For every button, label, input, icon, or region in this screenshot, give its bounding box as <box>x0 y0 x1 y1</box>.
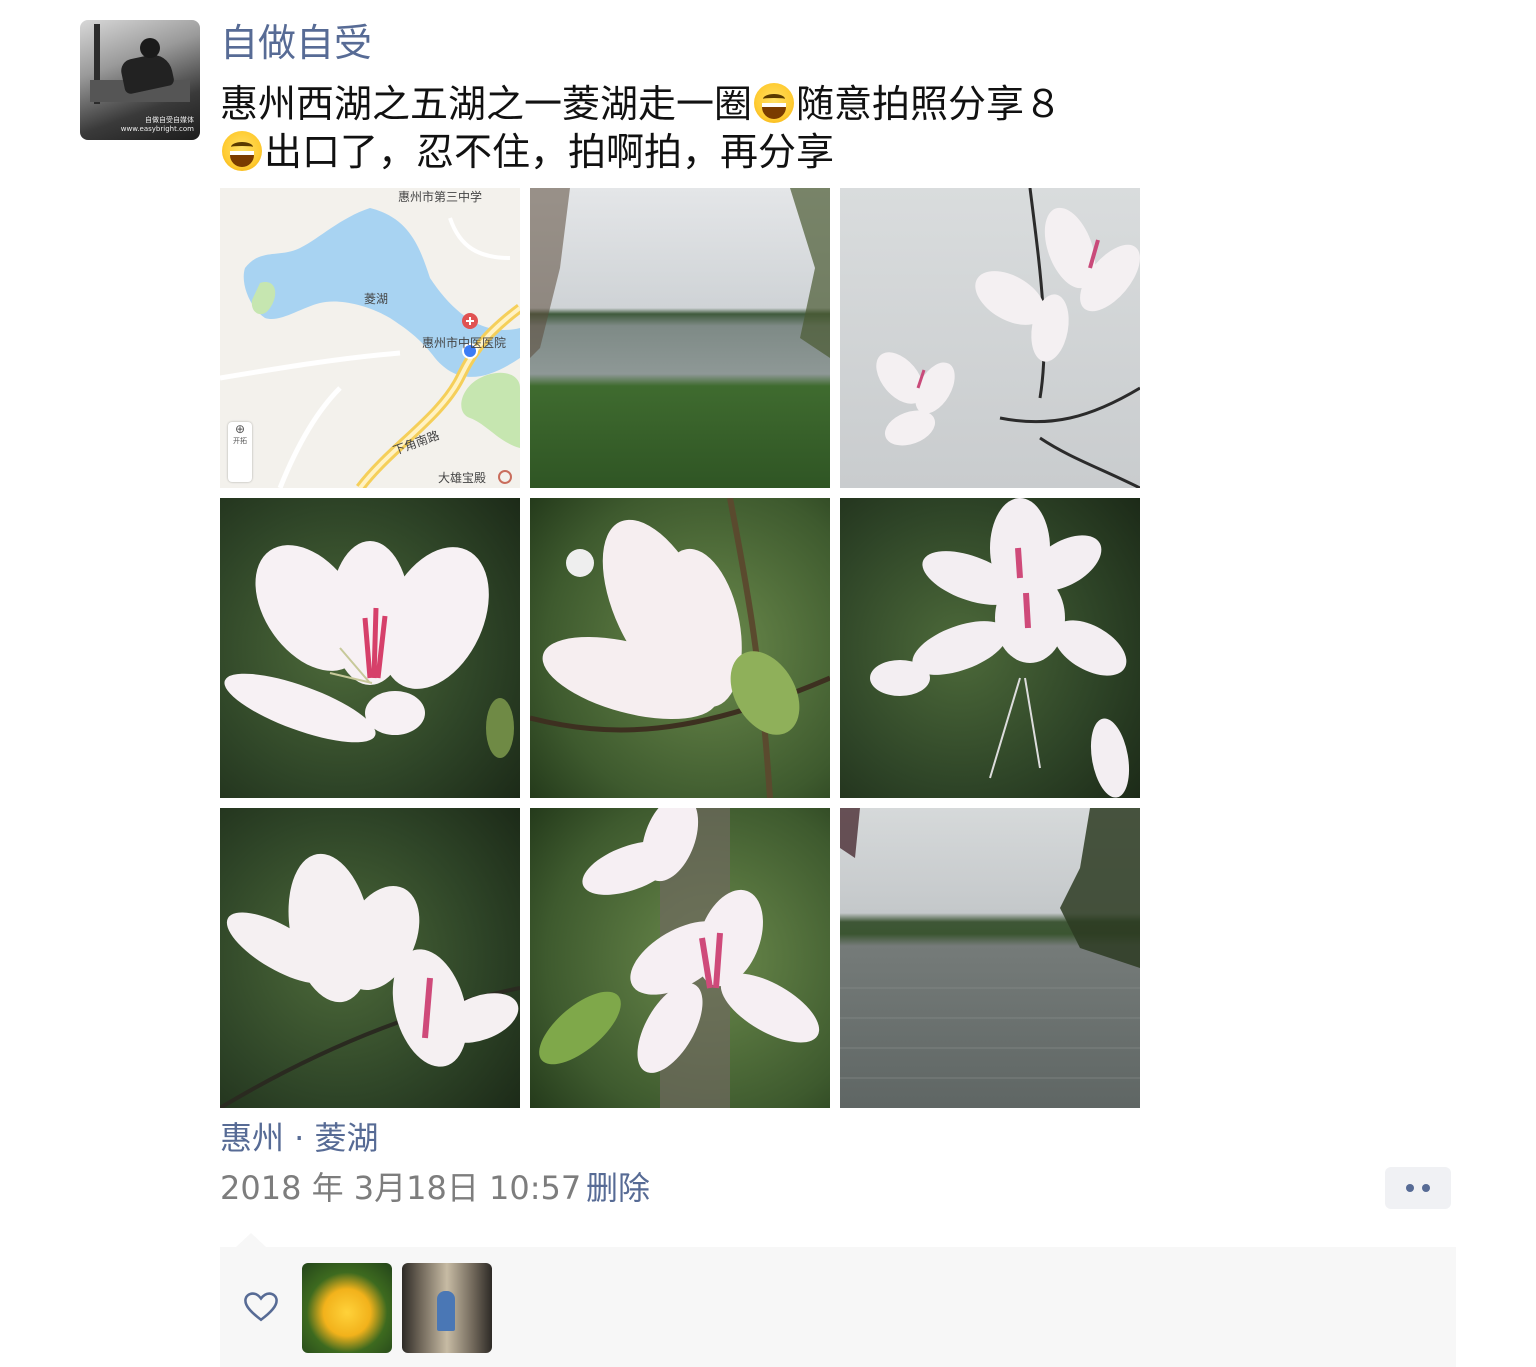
photo-flower-tree-trunk[interactable] <box>530 808 830 1108</box>
author-avatar[interactable]: 自做自受自媒体 www.easybright.com <box>80 20 200 140</box>
map-label-temple: 大雄宝殿 <box>438 471 487 485</box>
more-dot-icon <box>1422 1184 1430 1192</box>
liker-avatar-flower[interactable] <box>302 1263 392 1353</box>
more-actions-button[interactable] <box>1385 1167 1451 1209</box>
post-text-line1-part2: 随意拍照分享８ <box>796 82 1063 126</box>
map-zoom-control[interactable]: ⊕ 开拓 <box>228 422 252 482</box>
photo-flower-cluster[interactable] <box>840 498 1140 798</box>
photo-lake-view[interactable] <box>530 188 830 488</box>
post-text: 惠州西湖之五湖之一菱湖走一圈 随意拍照分享８ 出口了，忍不住，拍啊拍，再分享 <box>220 80 1160 176</box>
photo-lake-water[interactable] <box>840 808 1140 1108</box>
zoom-in-icon: ⊕ <box>234 422 246 436</box>
more-dot-icon <box>1406 1184 1414 1192</box>
photo-flower-closeup-1[interactable] <box>220 498 520 798</box>
grinning-face-emoji-icon <box>754 83 795 123</box>
photo-two-flowers[interactable] <box>220 808 520 1108</box>
branch-flowers <box>876 188 1140 488</box>
post-timestamp: 2018 年 3月18日 10:57 <box>220 1169 582 1207</box>
author-username[interactable]: 自做自受 <box>220 18 372 68</box>
grinning-face-emoji-icon <box>222 131 262 171</box>
photo-grid: 惠州市第三中学 菱湖 惠州市中医医院 下角南路 大雄宝殿 ⊕ 开拓 <box>220 188 1140 1108</box>
likes-pointer <box>236 1233 266 1247</box>
flower-4 <box>220 853 520 1108</box>
map-label-hospital: 惠州市中医医院 <box>422 336 507 350</box>
avatar-figure-head <box>140 38 160 58</box>
lake-trees <box>840 808 1140 1079</box>
post-text-line1-part1: 惠州西湖之五湖之一菱湖走一圈 <box>220 82 753 126</box>
map-zoom-label: 开拓 <box>233 437 247 445</box>
post-location[interactable]: 惠州 · 菱湖 <box>220 1116 379 1160</box>
avatar-watermark: 自做自受自媒体 www.easybright.com <box>120 116 194 133</box>
flower-1 <box>224 541 514 758</box>
photo-flower-branch-sky[interactable] <box>840 188 1140 488</box>
delete-button[interactable]: 删除 <box>586 1166 650 1210</box>
lake-branches <box>530 188 830 358</box>
map-thumbnail[interactable]: 惠州市第三中学 菱湖 惠州市中医医院 下角南路 大雄宝殿 ⊕ 开拓 <box>220 188 520 488</box>
flower-3 <box>870 498 1130 798</box>
flower-2 <box>530 498 830 798</box>
map-label-lake: 菱湖 <box>364 292 389 306</box>
photo-flower-bud[interactable] <box>530 498 830 798</box>
post-text-line2: 出口了，忍不住，拍啊拍，再分享 <box>264 130 835 174</box>
likes-panel <box>220 1247 1456 1367</box>
heart-outline-icon <box>244 1292 278 1322</box>
map-label-school: 惠州市第三中学 <box>398 190 483 204</box>
liker-person-figure <box>437 1291 455 1331</box>
flower-5 <box>539 808 820 1108</box>
liker-avatar-person[interactable] <box>402 1263 492 1353</box>
